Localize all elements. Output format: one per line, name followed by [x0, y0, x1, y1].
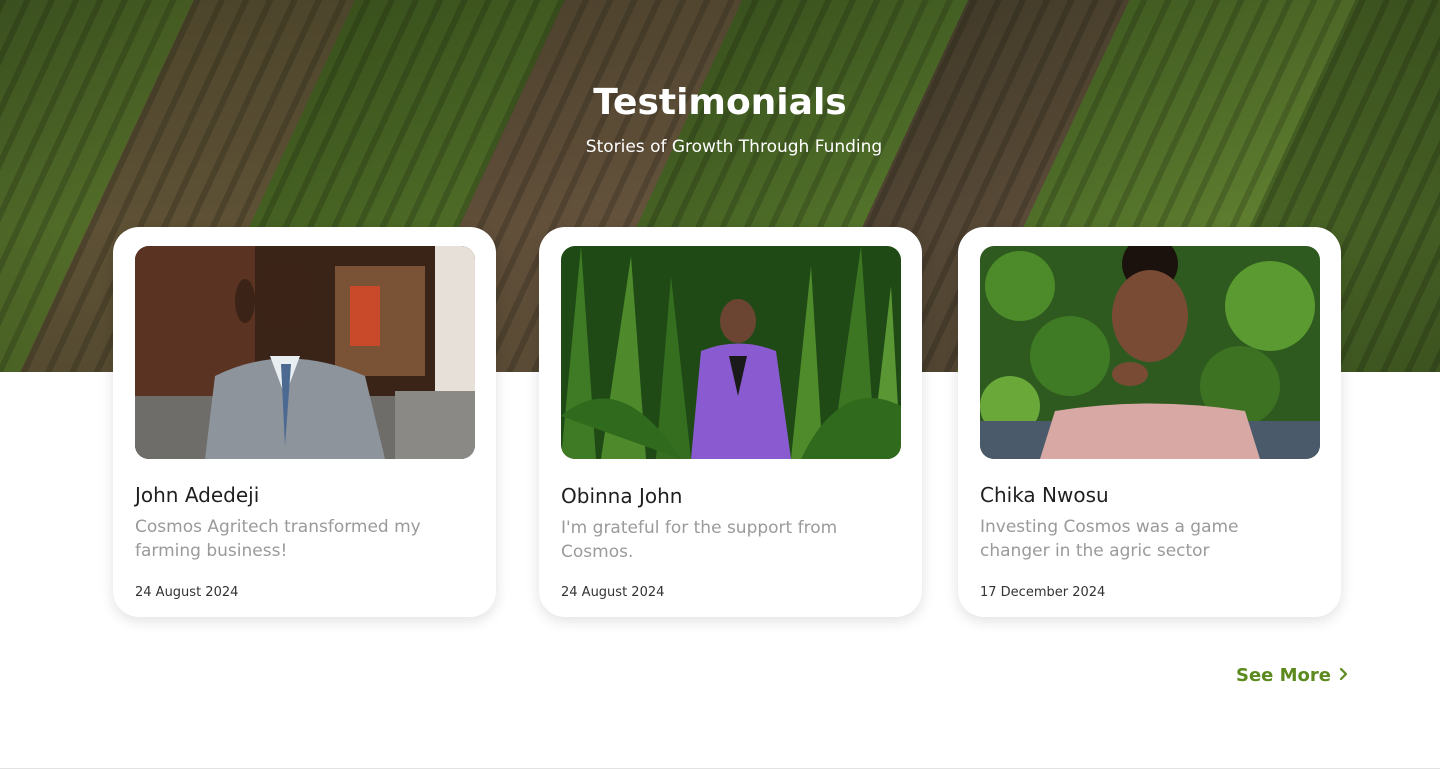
testimonial-quote: Investing Cosmos was a game changer in t… [980, 517, 1239, 561]
testimonial-card[interactable]: John Adedeji Cosmos Agritech transformed… [113, 227, 496, 617]
testimonial-quote: I'm grateful for the support from Cosmos… [561, 518, 838, 562]
chevron-right-icon [1339, 667, 1349, 685]
testimonial-name: Obinna John [561, 484, 683, 508]
testimonial-photo [135, 246, 475, 459]
testimonials-page: Testimonials Stories of Growth Through F… [0, 0, 1440, 770]
see-more-label: See More [1236, 665, 1332, 686]
see-more-link[interactable]: See More [1236, 665, 1349, 686]
section-divider [0, 768, 1440, 769]
testimonial-photo [980, 246, 1320, 459]
testimonial-name: Chika Nwosu [980, 483, 1109, 507]
testimonial-card[interactable]: Obinna John I'm grateful for the support… [539, 227, 922, 617]
testimonial-card[interactable]: Chika Nwosu Investing Cosmos was a game … [958, 227, 1341, 617]
testimonial-date: 24 August 2024 [135, 585, 239, 600]
testimonial-name: John Adedeji [135, 483, 260, 507]
testimonial-photo [561, 246, 901, 459]
section-subtitle: Stories of Growth Through Funding [585, 137, 883, 157]
testimonial-quote: Cosmos Agritech transformed my farming b… [135, 517, 421, 561]
testimonial-date: 17 December 2024 [980, 585, 1106, 600]
testimonial-date: 24 August 2024 [561, 585, 665, 600]
section-title: Testimonials [593, 82, 847, 123]
